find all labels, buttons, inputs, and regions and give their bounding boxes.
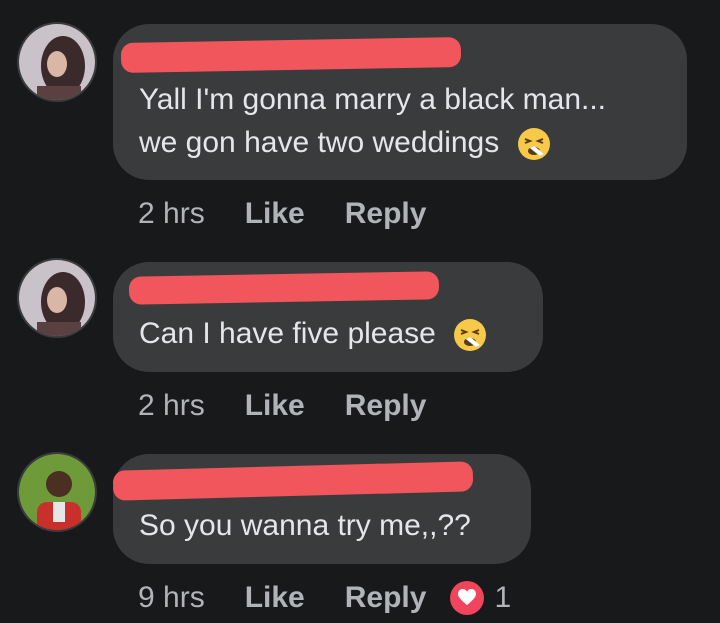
love-heart-icon (450, 581, 485, 615)
avatar[interactable] (17, 452, 97, 532)
comment-actions: 9 hrs Like Reply 1 (138, 578, 511, 618)
tired-face-emoji-icon (454, 319, 487, 352)
comment-text-line: So you wanna try me,,?? (139, 509, 471, 542)
redacted-name (128, 271, 440, 305)
comment-text: So you wanna try me,,?? (139, 504, 471, 547)
reply-button[interactable]: Reply (345, 197, 427, 231)
tired-face-emoji-icon (517, 128, 550, 161)
reaction-count: 1 (494, 581, 512, 614)
redacted-name (112, 461, 474, 501)
avatar[interactable] (17, 258, 97, 338)
profile-photo-icon (19, 454, 95, 530)
timestamp[interactable]: 2 hrs (138, 197, 205, 231)
comment-actions: 2 hrs Like Reply (138, 386, 426, 426)
like-button[interactable]: Like (245, 389, 305, 423)
reaction-summary[interactable]: 1 (450, 581, 511, 615)
comment-text-line: we gon have two weddings (139, 126, 500, 159)
profile-photo-icon (19, 260, 95, 336)
like-button[interactable]: Like (245, 581, 305, 615)
profile-photo-icon (19, 24, 95, 100)
reply-button[interactable]: Reply (345, 581, 427, 615)
redacted-name (120, 37, 462, 73)
avatar[interactable] (17, 22, 97, 102)
timestamp[interactable]: 9 hrs (138, 581, 205, 615)
comment-text: Can I have five please (139, 312, 488, 355)
comment-text-line: Can I have five please (139, 317, 436, 350)
reply-button[interactable]: Reply (345, 389, 427, 423)
comment-bubble: So you wanna try me,,?? (112, 454, 531, 564)
comment-bubble: Yall I'm gonna marry a black man... we g… (113, 24, 687, 180)
comment-actions: 2 hrs Like Reply (138, 194, 426, 234)
timestamp[interactable]: 2 hrs (138, 389, 205, 423)
like-button[interactable]: Like (245, 197, 305, 231)
comment-text: Yall I'm gonna marry a black man... we g… (139, 78, 606, 164)
comment-text-line: Yall I'm gonna marry a black man... (139, 83, 607, 116)
comment-bubble: Can I have five please (113, 262, 543, 372)
